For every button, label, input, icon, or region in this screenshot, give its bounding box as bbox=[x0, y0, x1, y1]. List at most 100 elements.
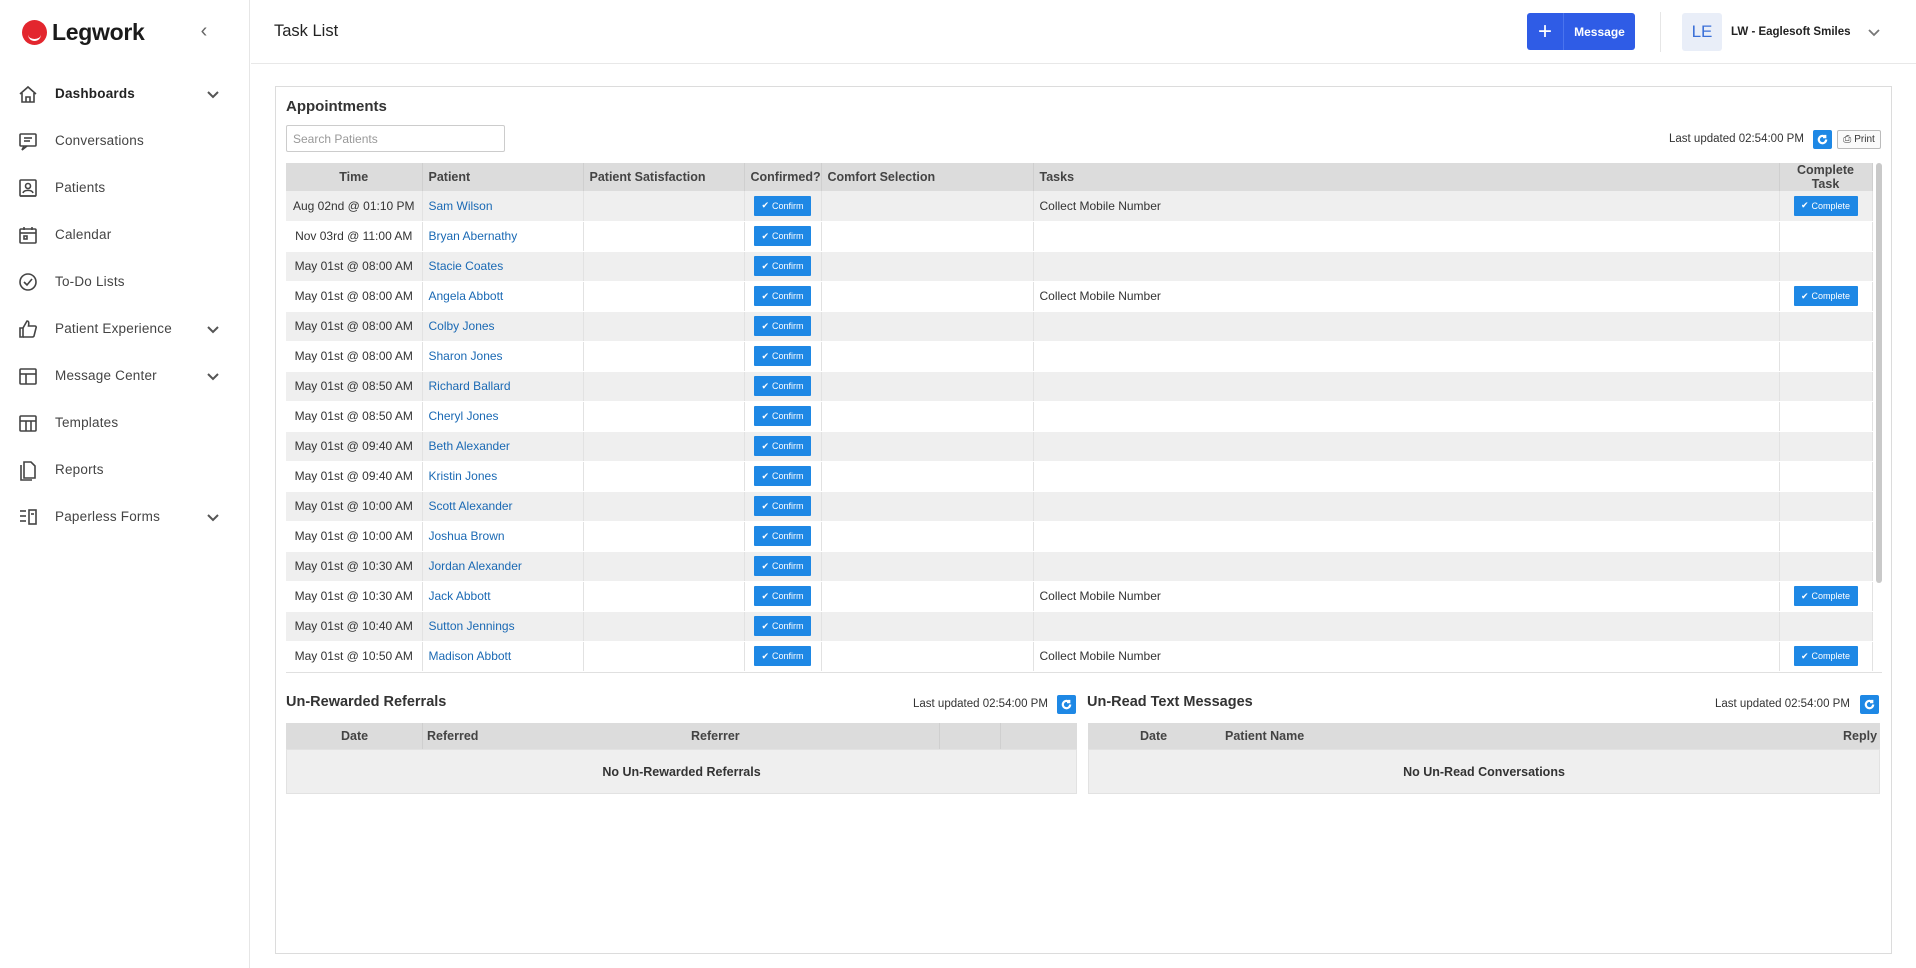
col-time[interactable]: Time bbox=[286, 163, 423, 191]
reports-icon bbox=[17, 459, 39, 481]
confirm-button[interactable]: ✔ Confirm bbox=[754, 226, 811, 246]
patient-link[interactable]: Sharon Jones bbox=[429, 349, 503, 363]
confirmed-cell: ✔Confirm bbox=[744, 311, 822, 342]
appointment-time: May 01st @ 08:00 AM bbox=[286, 311, 423, 342]
col-date: Date bbox=[341, 729, 369, 743]
col-tasks[interactable]: Tasks bbox=[1033, 163, 1780, 191]
sidebar-item-dashboards[interactable]: Dashboards bbox=[0, 70, 249, 117]
confirm-button[interactable]: ✔ Confirm bbox=[754, 316, 811, 336]
patient-link[interactable]: Sam Wilson bbox=[429, 199, 493, 213]
sidebar-item-templates[interactable]: Templates bbox=[0, 399, 249, 446]
col-complete-task[interactable]: Complete Task bbox=[1779, 163, 1873, 191]
sidebar-item-conversations[interactable]: Conversations bbox=[0, 117, 249, 164]
complete-label: Complete bbox=[1811, 291, 1851, 301]
col-confirmed[interactable]: Confirmed? bbox=[744, 163, 822, 191]
sidebar-item-reports[interactable]: Reports bbox=[0, 446, 249, 493]
chevron-down-icon[interactable] bbox=[1867, 25, 1881, 39]
complete-button[interactable]: ✔ Complete bbox=[1793, 646, 1858, 666]
appointments-refresh-button[interactable] bbox=[1813, 130, 1832, 149]
confirm-button[interactable]: ✔ Confirm bbox=[754, 646, 811, 666]
chevron-down-icon[interactable] bbox=[206, 510, 220, 524]
confirm-label: Confirm bbox=[772, 321, 804, 331]
confirm-button[interactable]: ✔ Confirm bbox=[754, 376, 811, 396]
sidebar-item-message-center[interactable]: Message Center bbox=[0, 352, 249, 399]
appointment-time: May 01st @ 10:50 AM bbox=[286, 641, 423, 672]
referrals-refresh-button[interactable] bbox=[1057, 695, 1076, 714]
confirm-button[interactable]: ✔ Confirm bbox=[754, 526, 811, 546]
patient-link[interactable]: Angela Abbott bbox=[429, 289, 504, 303]
table-scrollbar[interactable] bbox=[1876, 163, 1882, 583]
table-row: May 01st @ 10:30 AM Jack Abbott ✔ Confirm Co… bbox=[286, 581, 1873, 612]
complete-button[interactable]: ✔ Complete bbox=[1793, 586, 1858, 606]
chevron-down-icon[interactable] bbox=[206, 369, 220, 383]
table-row: May 01st @ 08:00 AM Sharon Jones ✔ Confirm bbox=[286, 341, 1873, 372]
appointment-time: May 01st @ 08:00 AM bbox=[286, 341, 423, 372]
unread-messages-title: Un-Read Text Messages bbox=[1087, 694, 1253, 710]
confirm-button[interactable]: ✔ Confirm bbox=[754, 586, 811, 606]
check-icon: ✔ bbox=[1800, 200, 1809, 211]
appointment-time: Aug 02nd @ 01:10 PM bbox=[286, 191, 423, 222]
appointment-time: May 01st @ 10:30 AM bbox=[286, 551, 423, 582]
table-row: May 01st @ 10:00 AM Scott Alexander ✔ Confi… bbox=[286, 491, 1873, 522]
col-patient-satisfaction[interactable]: Patient Satisfaction bbox=[583, 163, 745, 191]
table-row: May 01st @ 08:50 AM Cheryl Jones ✔ Confirm bbox=[286, 401, 1873, 432]
sidebar-item-calendar[interactable]: Calendar bbox=[0, 211, 249, 258]
account-name[interactable]: LW - Eaglesoft Smiles bbox=[1731, 26, 1851, 38]
confirm-button[interactable]: ✔ Confirm bbox=[754, 346, 811, 366]
task-cell bbox=[1033, 251, 1780, 282]
appointment-time: May 01st @ 10:30 AM bbox=[286, 581, 423, 612]
patient-link[interactable]: Beth Alexander bbox=[429, 439, 510, 453]
chevron-down-icon[interactable] bbox=[206, 87, 220, 101]
col-comfort-selection[interactable]: Comfort Selection bbox=[821, 163, 1034, 191]
check-icon: ✔ bbox=[761, 200, 770, 211]
table-row: May 01st @ 09:40 AM Beth Alexander ✔ Confir… bbox=[286, 431, 1873, 462]
avatar[interactable]: LE bbox=[1682, 13, 1722, 51]
confirm-button[interactable]: ✔ Confirm bbox=[754, 466, 811, 486]
patient-link[interactable]: Cheryl Jones bbox=[429, 409, 499, 423]
confirmed-cell: ✔Confirm bbox=[744, 641, 822, 672]
patient-link[interactable]: Jordan Alexander bbox=[429, 559, 522, 573]
confirm-button[interactable]: ✔ Confirm bbox=[754, 556, 811, 576]
satisfaction-cell bbox=[583, 221, 745, 252]
patient-link[interactable]: Stacie Coates bbox=[429, 259, 504, 273]
col-patient[interactable]: Patient bbox=[422, 163, 584, 191]
search-patients-input[interactable] bbox=[286, 125, 505, 152]
appointment-time: May 01st @ 08:50 AM bbox=[286, 371, 423, 402]
patient-link[interactable]: Sutton Jennings bbox=[429, 619, 515, 633]
patient-link[interactable]: Jack Abbott bbox=[429, 589, 491, 603]
sidebar-item-label: Calendar bbox=[55, 227, 112, 242]
logo[interactable]: Legwork ‹ bbox=[0, 0, 249, 64]
confirm-button[interactable]: ✔ Confirm bbox=[754, 195, 811, 216]
complete-task-cell bbox=[1779, 431, 1873, 462]
confirm-button[interactable]: ✔ Confirm bbox=[754, 616, 811, 636]
new-message-button[interactable]: + Message bbox=[1527, 13, 1635, 50]
confirm-button[interactable]: ✔ Confirm bbox=[754, 406, 811, 426]
sidebar-item-to-do-lists[interactable]: To-Do Lists bbox=[0, 258, 249, 305]
complete-button[interactable]: ✔ Complete bbox=[1793, 195, 1858, 216]
patient-link[interactable]: Bryan Abernathy bbox=[429, 229, 518, 243]
print-button[interactable]: ⎙ Print bbox=[1837, 130, 1881, 149]
patient-link[interactable]: Richard Ballard bbox=[429, 379, 511, 393]
confirm-button[interactable]: ✔ Confirm bbox=[754, 256, 811, 276]
complete-task-cell bbox=[1779, 221, 1873, 252]
confirm-button[interactable]: ✔ Confirm bbox=[754, 496, 811, 516]
satisfaction-cell bbox=[583, 401, 745, 432]
patient-link[interactable]: Colby Jones bbox=[429, 319, 495, 333]
sidebar-item-patients[interactable]: Patients bbox=[0, 164, 249, 211]
patient-link[interactable]: Joshua Brown bbox=[429, 529, 505, 543]
chevron-left-icon[interactable]: ‹ bbox=[196, 21, 212, 41]
sidebar-item-patient-experience[interactable]: Patient Experience bbox=[0, 305, 249, 352]
patient-link[interactable]: Scott Alexander bbox=[429, 499, 513, 513]
patient-link[interactable]: Madison Abbott bbox=[429, 649, 512, 663]
confirm-button[interactable]: ✔ Confirm bbox=[754, 436, 811, 456]
sidebar-item-paperless-forms[interactable]: Paperless Forms bbox=[0, 493, 249, 540]
patient-link[interactable]: Kristin Jones bbox=[429, 469, 498, 483]
complete-button[interactable]: ✔ Complete bbox=[1793, 286, 1858, 306]
check-icon: ✔ bbox=[1800, 650, 1809, 661]
confirm-button[interactable]: ✔ Confirm bbox=[754, 286, 811, 306]
unread-table-header: Date Patient Name Reply bbox=[1088, 723, 1880, 749]
referrals-last-updated: Last updated 02:54:00 PM bbox=[913, 698, 1048, 710]
unread-refresh-button[interactable] bbox=[1860, 695, 1879, 714]
chevron-down-icon[interactable] bbox=[206, 322, 220, 336]
table-row: May 01st @ 10:50 AM Madison Abbott ✔ Confir… bbox=[286, 641, 1873, 672]
